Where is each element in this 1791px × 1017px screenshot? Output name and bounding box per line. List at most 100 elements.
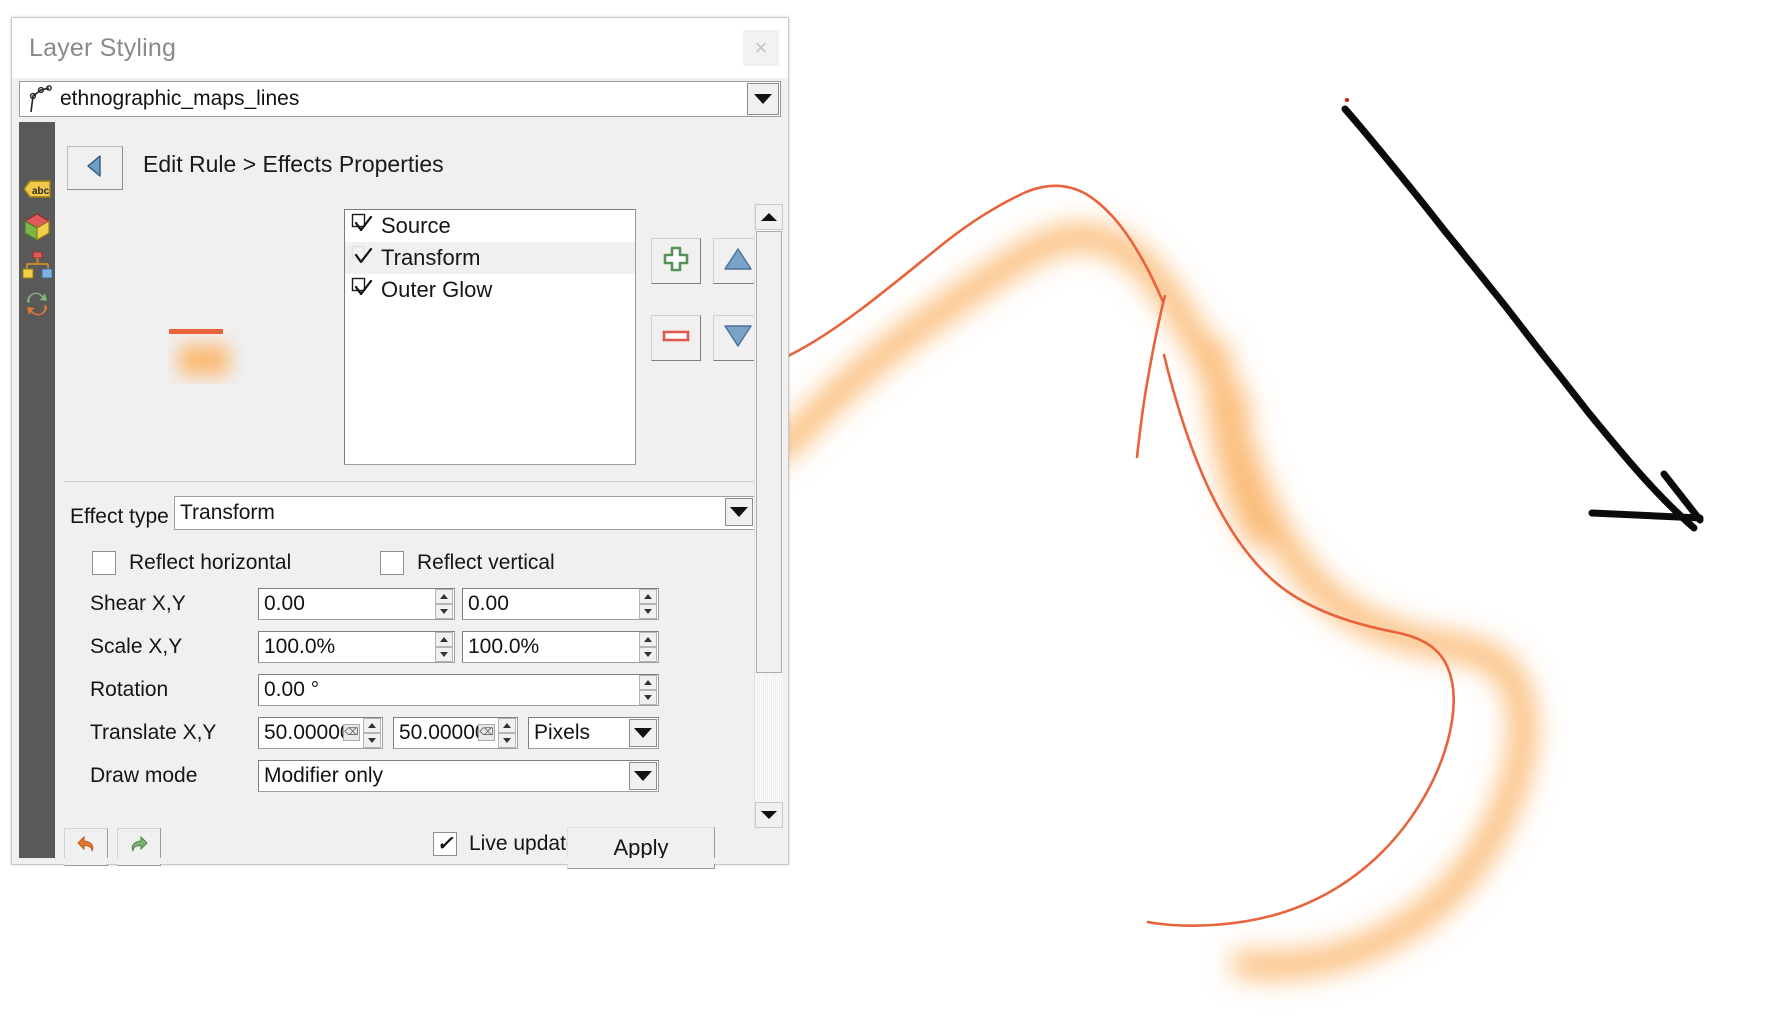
scale-label: Scale X,Y: [90, 635, 183, 658]
spinner-down-icon[interactable]: [435, 604, 453, 619]
translate-y-input[interactable]: 50.000000 ⌫: [393, 717, 518, 749]
spinner-up-icon[interactable]: [363, 718, 381, 733]
translate-unit-value: Pixels: [534, 721, 591, 744]
shear-y-input[interactable]: 0.00: [462, 588, 659, 620]
panel-scrollbar[interactable]: [754, 204, 783, 828]
draw-mode-value: Modifier only: [264, 764, 384, 787]
effects-list[interactable]: Source Transform Outer Glow: [344, 209, 636, 465]
history-undo-redo-icon[interactable]: [19, 284, 55, 322]
effect-type-label: Effect type: [70, 505, 169, 528]
spinner-down-icon[interactable]: [498, 733, 516, 748]
translate-label: Translate X,Y: [90, 721, 217, 744]
spinner-buttons[interactable]: [639, 632, 657, 662]
spinner-down-icon[interactable]: [435, 647, 453, 662]
rotation-label: Rotation: [90, 678, 169, 701]
spinner-up-icon[interactable]: [639, 675, 657, 690]
panel-title-bar: Layer Styling ×: [12, 18, 788, 78]
reflect-options-row: Reflect horizontal Reflect vertical: [92, 551, 712, 581]
green-plus-icon: [662, 245, 690, 278]
vector-line-layer-icon: [24, 84, 58, 114]
spinner-up-icon[interactable]: [639, 632, 657, 647]
layer-name-label: ethnographic_maps_lines: [60, 87, 300, 110]
rotation-row: Rotation 0.00 °: [12, 674, 790, 708]
reflect-horizontal-checkbox[interactable]: Reflect horizontal: [92, 551, 291, 575]
3d-view-cube-icon[interactable]: [19, 208, 55, 246]
spinner-buttons[interactable]: [639, 675, 657, 705]
effect-label: Source: [381, 213, 451, 238]
spinner-up-icon[interactable]: [639, 589, 657, 604]
reflect-vertical-checkbox[interactable]: Reflect vertical: [380, 551, 555, 575]
blue-triangle-down-icon: [723, 323, 753, 354]
spinner-up-icon[interactable]: [435, 589, 453, 604]
rotation-value: 0.00 °: [264, 678, 320, 701]
shear-x-value: 0.00: [264, 592, 305, 615]
translate-x-input[interactable]: 50.000000 ⌫: [258, 717, 383, 749]
spinner-buttons[interactable]: [498, 718, 516, 748]
add-effect-button[interactable]: [651, 238, 701, 284]
diagrams-icon[interactable]: [19, 246, 55, 284]
translate-unit-combo[interactable]: Pixels: [528, 717, 659, 749]
layer-selector-combo[interactable]: ethnographic_maps_lines: [19, 81, 781, 117]
spinner-buttons[interactable]: [435, 632, 453, 662]
layer-styling-panel: Layer Styling × ethnographic_maps_lines: [11, 17, 790, 869]
black-line-northeast[interactable]: [1341, 105, 1698, 532]
remove-effect-button[interactable]: [651, 315, 701, 361]
river-line-branch[interactable]: [1135, 294, 1167, 459]
reflect-horizontal-label: Reflect horizontal: [129, 551, 292, 574]
spinner-down-icon[interactable]: [639, 690, 657, 705]
spinner-up-icon[interactable]: [498, 718, 516, 733]
close-icon[interactable]: ×: [743, 30, 779, 66]
checkbox-icon[interactable]: [92, 551, 116, 575]
scrollbar-thumb[interactable]: [756, 231, 782, 673]
checkbox-checked-icon[interactable]: [351, 245, 373, 272]
shear-row: Shear X,Y 0.00 0.00: [12, 588, 790, 622]
scale-x-input[interactable]: 100.0%: [258, 631, 455, 663]
scroll-down-button[interactable]: [755, 802, 783, 828]
effect-label: Transform: [381, 245, 481, 270]
rotation-input[interactable]: 0.00 °: [258, 674, 659, 706]
effect-type-value: Transform: [180, 501, 275, 524]
spinner-down-icon[interactable]: [639, 647, 657, 662]
breadcrumb: Edit Rule > Effects Properties: [143, 151, 444, 177]
live-update-label: Live update: [469, 832, 578, 855]
chevron-down-icon[interactable]: [747, 83, 779, 115]
spinner-down-icon[interactable]: [639, 604, 657, 619]
checkbox-unchecked-icon[interactable]: [351, 277, 373, 304]
chevron-down-icon[interactable]: [629, 719, 657, 747]
effect-list-item-outer-glow[interactable]: Outer Glow: [345, 274, 635, 306]
data-defined-override-icon[interactable]: ⌫: [343, 724, 360, 741]
shear-y-value: 0.00: [468, 592, 509, 615]
labels-abc-icon[interactable]: abc: [19, 170, 55, 208]
reflect-vertical-label: Reflect vertical: [417, 551, 555, 574]
chevron-down-icon[interactable]: [725, 498, 753, 526]
spinner-down-icon[interactable]: [363, 733, 381, 748]
draw-mode-combo[interactable]: Modifier only: [258, 760, 659, 792]
scroll-up-button[interactable]: [755, 204, 783, 230]
panel-bottom-edge: [12, 858, 788, 864]
svg-text:abc: abc: [32, 186, 50, 197]
chevron-down-icon[interactable]: [629, 762, 657, 790]
scale-y-input[interactable]: 100.0%: [462, 631, 659, 663]
shear-x-input[interactable]: 0.00: [258, 588, 455, 620]
checkbox-icon[interactable]: [380, 551, 404, 575]
scrollbar-track[interactable]: [756, 674, 782, 802]
spinner-up-icon[interactable]: [435, 632, 453, 647]
section-divider: [64, 481, 756, 482]
spinner-buttons[interactable]: [363, 718, 381, 748]
scale-y-value: 100.0%: [468, 635, 540, 658]
data-defined-override-icon[interactable]: ⌫: [478, 724, 495, 741]
checkbox-checked-icon[interactable]: ✓: [433, 832, 457, 856]
spinner-buttons[interactable]: [435, 589, 453, 619]
effect-type-combo[interactable]: Transform: [174, 496, 755, 530]
blue-triangle-up-icon: [723, 246, 753, 277]
application-window: Layer Styling × ethnographic_maps_lines: [0, 0, 1791, 1017]
shear-label: Shear X,Y: [90, 592, 186, 615]
spinner-buttons[interactable]: [639, 589, 657, 619]
effect-list-item-transform[interactable]: Transform: [345, 242, 635, 274]
checkbox-unchecked-icon[interactable]: [351, 213, 373, 240]
effect-list-item-source[interactable]: Source: [345, 210, 635, 242]
panel-title: Layer Styling: [29, 34, 177, 62]
live-update-checkbox[interactable]: ✓ Live update: [433, 832, 578, 856]
vertex-marker: [1345, 98, 1349, 102]
back-button[interactable]: [67, 146, 123, 190]
